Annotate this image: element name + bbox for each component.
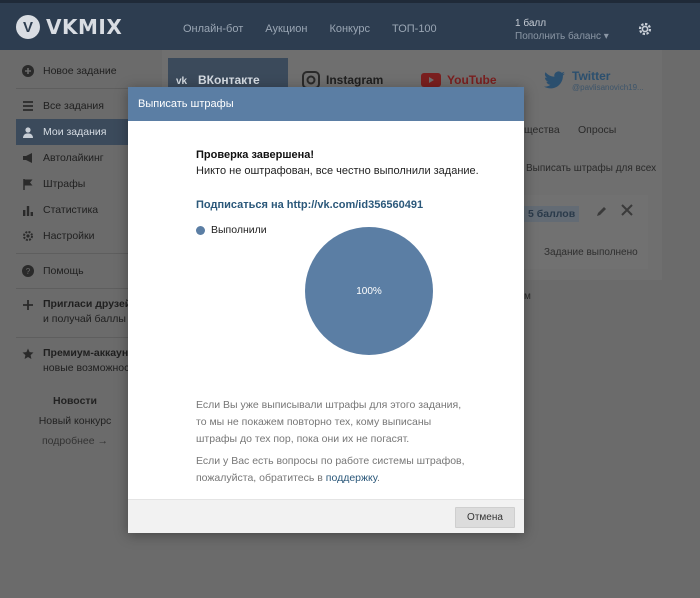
legend-label: Выполнили (211, 224, 267, 236)
twitter-icon (544, 71, 565, 89)
gear-icon[interactable] (637, 21, 653, 37)
sidebar-item-settings[interactable]: Настройки (16, 223, 134, 249)
sidebar-item-invite[interactable]: Пригласи друзей и получай баллы (16, 293, 134, 333)
completion-pie-chart: 100% (305, 227, 433, 355)
modal-title: Выписать штрафы (128, 87, 524, 121)
service-label: YouTube (447, 73, 497, 87)
svg-text:vk: vk (176, 76, 188, 86)
news-more-link[interactable]: подробнее → (16, 431, 134, 451)
service-label: Instagram (326, 73, 384, 87)
plus-circle-icon (22, 65, 34, 77)
sidebar-item-premium[interactable]: Премиум-аккаунт новые возможности (16, 342, 140, 382)
service-tab-twitter[interactable]: Twitter @pavlisanovich19... (544, 58, 644, 102)
sidebar-item-label: Автолайкинг (43, 152, 104, 164)
sidebar-item-penalties[interactable]: Штрафы (16, 171, 134, 197)
divider (16, 337, 134, 338)
logo-text: VKMIX (46, 15, 123, 39)
list-icon (23, 101, 33, 111)
bg-points-badge: 5 баллов (524, 206, 580, 222)
sidebar-item-label: Штрафы (43, 178, 86, 190)
nav-top100[interactable]: ТОП-100 (392, 23, 437, 35)
logo[interactable]: V VKMIX (16, 15, 122, 39)
info-text-repeat: Если Вы уже выписывали штрафы для этого … (196, 399, 462, 445)
sidebar-item-help[interactable]: ? Помощь (16, 258, 134, 284)
news-title: Новости (52, 395, 98, 407)
sidebar-item-label: Все задания (43, 100, 104, 112)
modal-footer: Отмена (128, 499, 524, 533)
sidebar-item-label: Статистика (43, 204, 99, 216)
info-support-suffix: . (376, 472, 380, 484)
flag-icon (23, 179, 33, 190)
support-link[interactable]: поддержку (326, 472, 377, 484)
divider (16, 88, 134, 89)
sidebar-item-autoliking[interactable]: Автолайкинг (16, 145, 134, 171)
pie-slice-label: 100% (356, 286, 382, 297)
sidebar-item-new-task[interactable]: Новое задание (16, 58, 134, 84)
premium-sub: новые возможности (43, 362, 141, 374)
megaphone-icon (23, 153, 32, 163)
modal-body: Проверка завершена! Никто не оштрафован,… (128, 121, 524, 499)
balance-value: 1 балл (515, 18, 547, 29)
news-block: Новости Новый конкурс подробнее → (16, 385, 134, 459)
sidebar-item-all-tasks[interactable]: Все задания (16, 93, 134, 119)
check-title: Проверка завершена! (196, 149, 315, 161)
logo-icon: V (16, 15, 40, 39)
sidebar-item-label: Новое задание (43, 65, 117, 77)
nav-auction[interactable]: Аукцион (265, 23, 307, 35)
plus-icon (23, 300, 33, 310)
sidebar-item-my-tasks[interactable]: Мои задания (16, 119, 134, 145)
nav-online-bot[interactable]: Онлайн-бот (183, 23, 243, 35)
service-label: ВКонтакте (198, 73, 260, 87)
sidebar-item-label: Мои задания (43, 126, 107, 138)
bg-partial-text: м (524, 291, 531, 302)
bg-penalties-all[interactable]: Выписать штрафы для всех (524, 158, 658, 180)
sidebar-item-statistics[interactable]: Статистика (16, 197, 134, 223)
close-icon[interactable] (621, 204, 633, 216)
top-nav: Онлайн-бот Аукцион Конкурс ТОП-100 (183, 23, 437, 35)
info-text-support: Если у Вас есть вопросы по работе систем… (196, 453, 466, 487)
news-item[interactable]: Новый конкурс (16, 411, 134, 431)
bg-tab-polls[interactable]: Опросы (578, 124, 616, 136)
invite-sub: и получай баллы (43, 313, 126, 325)
service-label: Twitter (572, 68, 611, 83)
twitter-handle: @pavlisanovich19... (572, 82, 644, 92)
top-bar: V VKMIX Онлайн-бот Аукцион Конкурс ТОП-1… (0, 0, 700, 50)
star-icon (22, 348, 34, 359)
penalties-modal: Выписать штрафы Проверка завершена! Никт… (128, 87, 524, 533)
bg-tab-communities[interactable]: щества (524, 124, 560, 136)
bar-chart-icon (23, 206, 33, 216)
balance[interactable]: 1 балл Пополнить баланс ▾ (515, 17, 609, 43)
subscribe-link[interactable]: Подписаться на http://vk.com/id356560491 (196, 199, 423, 211)
gear-icon (23, 231, 33, 241)
pencil-icon[interactable] (596, 205, 608, 217)
bg-task-status: Задание выполнено (544, 247, 638, 258)
nav-contest[interactable]: Конкурс (329, 23, 370, 35)
check-subtitle: Никто не оштрафован, все честно выполнил… (196, 165, 479, 177)
sidebar-item-label: Настройки (43, 230, 95, 242)
divider (16, 288, 134, 289)
question-circle-icon: ? (22, 265, 34, 277)
user-icon (23, 127, 33, 138)
svg-text:?: ? (26, 267, 31, 276)
chart-legend: Выполнили (196, 224, 267, 236)
divider (16, 253, 134, 254)
sidebar-item-label: Помощь (43, 265, 84, 277)
youtube-icon (421, 73, 441, 87)
invite-title: Пригласи друзей (43, 298, 132, 310)
premium-title: Премиум-аккаунт (43, 347, 134, 359)
balance-topup[interactable]: Пополнить баланс ▾ (515, 30, 609, 43)
sidebar: Новое задание Все задания Мои задания Ав… (16, 58, 140, 382)
vk-icon: vk (176, 76, 188, 86)
legend-swatch (196, 225, 205, 235)
cancel-button[interactable]: Отмена (455, 507, 515, 528)
